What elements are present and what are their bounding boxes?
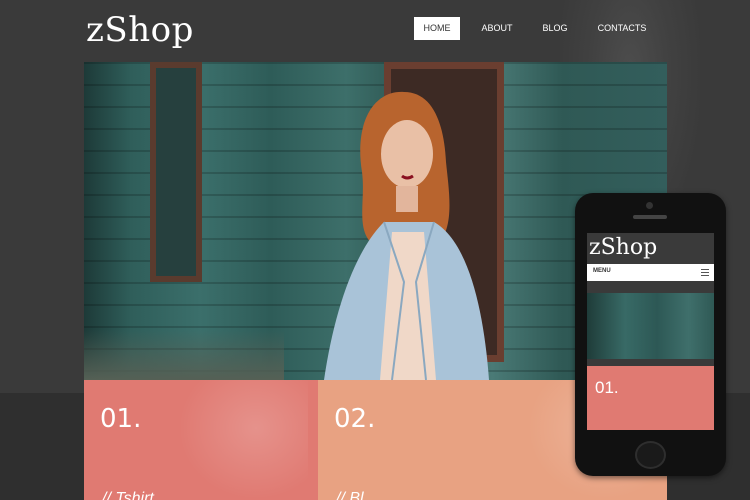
- site-logo[interactable]: zShop: [86, 10, 194, 50]
- tile-title: // Tshirt: [102, 490, 154, 500]
- phone-screen: zShop MENU 01.: [587, 233, 714, 430]
- nav-item-blog[interactable]: BLOG: [538, 17, 572, 40]
- tile-title: // Bl: [336, 490, 364, 500]
- phone-home-button: [635, 441, 666, 469]
- phone-site-logo: zShop: [589, 235, 658, 260]
- phone-feature-tile: 01.: [587, 366, 714, 430]
- phone-mockup: zShop MENU 01.: [575, 193, 726, 476]
- phone-speaker: [633, 215, 667, 219]
- nav-item-about[interactable]: ABOUT: [476, 17, 518, 40]
- phone-camera-icon: [646, 202, 653, 209]
- hero-window-left: [150, 62, 202, 282]
- hero-model-figure: [324, 91, 489, 380]
- phone-menu-label: MENU: [593, 268, 611, 274]
- phone-tile-number: 01.: [595, 378, 619, 397]
- nav-item-home[interactable]: HOME: [414, 17, 460, 40]
- tile-number: 01.: [100, 404, 142, 434]
- tile-number: 02.: [334, 404, 376, 434]
- hamburger-menu-icon: [701, 269, 709, 276]
- phone-hero-image: [587, 293, 714, 359]
- phone-menu-bar: MENU: [587, 264, 714, 281]
- hero-ground: [84, 330, 284, 380]
- tile-background-image: [178, 380, 308, 500]
- nav-item-contacts[interactable]: CONTACTS: [594, 17, 650, 40]
- feature-tile-1[interactable]: 01. // Tshirt: [84, 380, 318, 500]
